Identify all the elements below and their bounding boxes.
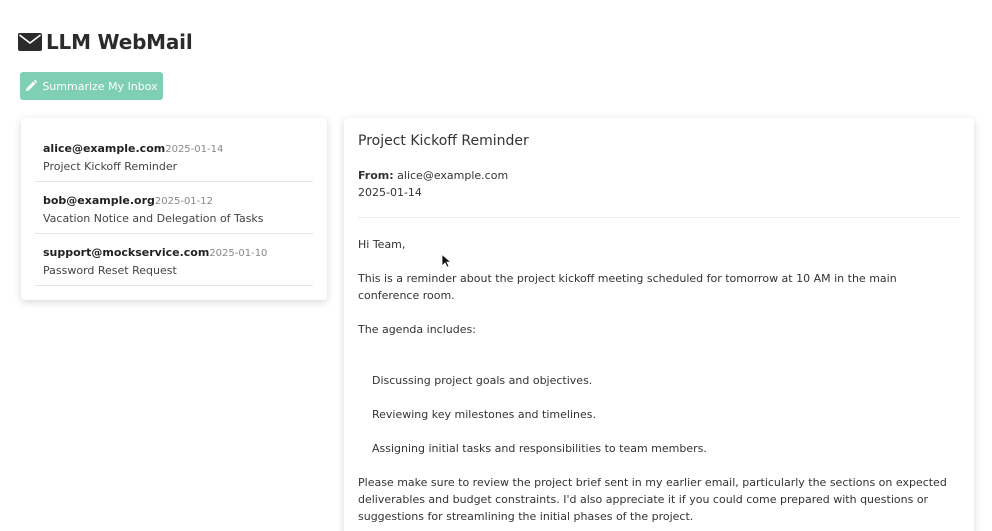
email-subject: Project Kickoff Reminder [43, 160, 178, 173]
email-meta: From: alice@example.com 2025-01-14 [358, 167, 960, 201]
email-subject: Vacation Notice and Delegation of Tasks [43, 212, 264, 225]
agenda-item: Discussing project goals and objectives. [372, 374, 593, 387]
email-date: 2025-01-14 [165, 144, 224, 155]
app-header: LLM WebMail [18, 30, 193, 54]
summarize-inbox-button[interactable]: Summarize My Inbox [20, 72, 163, 100]
sender-email: support@mockservice.com [43, 246, 210, 259]
inbox-list: alice@example.com2025-01-14 Project Kick… [21, 118, 327, 300]
agenda-list: Discussing project goals and objectives.… [358, 372, 960, 457]
email-paragraph: The agenda includes: [358, 323, 476, 336]
inbox-item-support[interactable]: support@mockservice.com2025-01-10 Passwo… [35, 234, 313, 286]
agenda-item: Assigning initial tasks and responsibili… [372, 442, 707, 455]
email-subject: Password Reset Request [43, 264, 177, 277]
email-date: 2025-01-10 [209, 248, 268, 259]
envelope-icon [18, 33, 42, 51]
from-address: alice@example.com [397, 169, 509, 182]
sender-email: bob@example.org [43, 194, 155, 207]
divider [358, 217, 960, 218]
inbox-item-alice[interactable]: alice@example.com2025-01-14 Project Kick… [35, 130, 313, 182]
email-paragraph: Please make sure to review the project b… [358, 476, 947, 523]
app-title: LLM WebMail [46, 30, 193, 54]
from-label: From: [358, 169, 394, 182]
summarize-button-label: Summarize My Inbox [42, 79, 158, 93]
email-detail-date: 2025-01-14 [358, 186, 422, 199]
inbox-item-bob[interactable]: bob@example.org2025-01-12 Vacation Notic… [35, 182, 313, 234]
sender-email: alice@example.com [43, 142, 166, 155]
pencil-icon [26, 80, 38, 91]
email-body: Hi Team, This is a reminder about the pr… [358, 236, 960, 525]
email-date: 2025-01-12 [154, 196, 214, 207]
webmail-app: LLM WebMail Summarize My Inbox alice@exa… [0, 0, 992, 531]
agenda-item: Reviewing key milestones and timelines. [372, 408, 596, 421]
email-paragraph: This is a reminder about the project kic… [358, 272, 897, 302]
email-greeting: Hi Team, [358, 238, 406, 251]
email-detail-subject: Project Kickoff Reminder [358, 133, 529, 149]
email-detail-panel: Project Kickoff Reminder From: alice@exa… [344, 118, 974, 531]
